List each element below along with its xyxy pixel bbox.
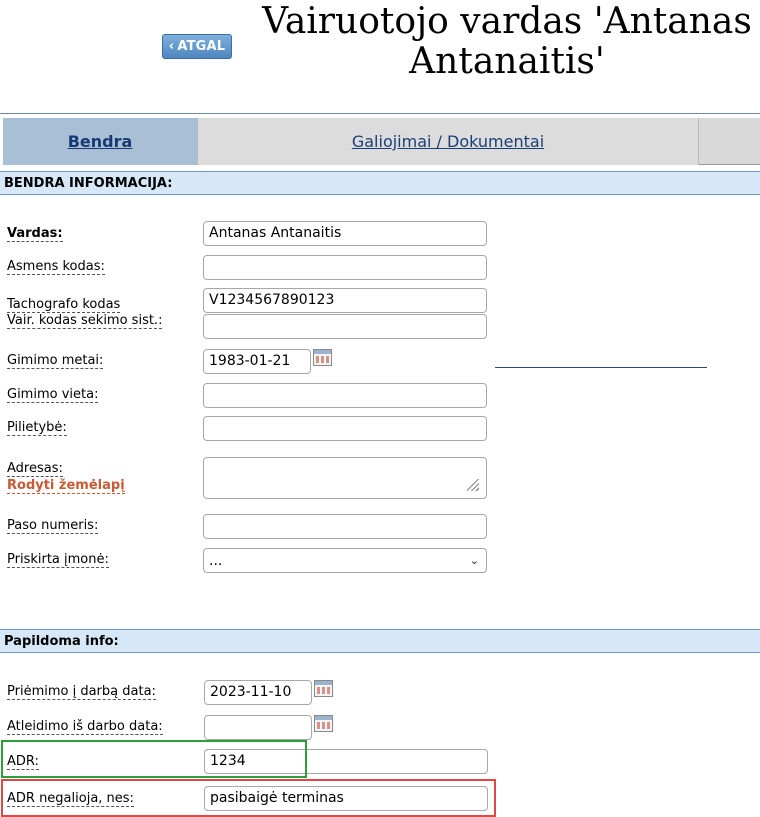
passport-label: Paso numeris:	[7, 518, 99, 534]
tab-separator	[698, 118, 699, 165]
citizenship-label: Pilietybė:	[7, 420, 67, 436]
citizenship-input[interactable]	[203, 416, 487, 441]
tacho-code-input[interactable]: V1234567890123	[203, 288, 487, 313]
back-button[interactable]: ‹ ATGAL	[162, 34, 232, 59]
divider-line	[495, 367, 707, 368]
company-label: Priskirta įmonė:	[7, 552, 109, 568]
hire-date-input[interactable]: 2023-11-10	[204, 680, 312, 705]
tracking-code-input[interactable]	[203, 314, 487, 339]
fire-date-input[interactable]	[204, 715, 312, 740]
company-select-value: ...	[209, 552, 223, 569]
tab-bar: Bendra Galiojimai / Dokumentai	[3, 118, 760, 165]
tab-bendra[interactable]: Bendra	[3, 118, 197, 165]
tracking-code-label: Vair. kodas sekimo sist.:	[7, 313, 163, 329]
header-divider	[0, 113, 760, 114]
calendar-icon[interactable]	[313, 349, 332, 366]
passport-input[interactable]	[203, 514, 487, 539]
personal-code-input[interactable]	[203, 255, 487, 280]
calendar-icon[interactable]	[314, 715, 333, 732]
birth-date-input[interactable]: 1983-01-21	[203, 349, 311, 374]
calendar-icon[interactable]	[314, 680, 333, 697]
highlight-box-green	[1, 740, 307, 778]
address-label: Adresas:	[7, 461, 63, 477]
personal-code-label: Asmens kodas:	[7, 259, 105, 275]
chevron-down-icon: ⌄	[469, 554, 479, 567]
tab-galiojimai-dokumentai[interactable]: Galiojimai / Dokumentai	[198, 118, 698, 165]
page-title: Vairuotojo vardas 'Antanas Antanaitis'	[262, 1, 752, 82]
resize-handle-icon[interactable]	[467, 479, 479, 491]
tacho-code-label: Tachografo kodas	[7, 297, 121, 313]
birth-place-input[interactable]	[203, 383, 487, 408]
section-extra-header: Papildoma info:	[0, 629, 760, 653]
highlight-box-red	[1, 779, 496, 817]
company-select[interactable]: ... ⌄	[203, 548, 487, 573]
back-button-label: ATGAL	[177, 39, 226, 54]
name-input[interactable]: Antanas Antanaitis	[203, 221, 487, 246]
fire-date-label: Atleidimo iš darbo data:	[7, 719, 163, 735]
birth-place-label: Gimimo vieta:	[7, 387, 99, 403]
birth-date-label: Gimimo metai:	[7, 353, 104, 369]
hire-date-label: Priėmimo į darbą data:	[7, 684, 156, 700]
show-map-link[interactable]: Rodyti žemėlapį	[7, 478, 125, 494]
name-label: Vardas:	[7, 226, 63, 242]
section-general-header: BENDRA INFORMACIJA:	[0, 171, 760, 195]
address-textarea[interactable]	[203, 457, 487, 499]
chevron-left-icon: ‹	[168, 39, 175, 54]
